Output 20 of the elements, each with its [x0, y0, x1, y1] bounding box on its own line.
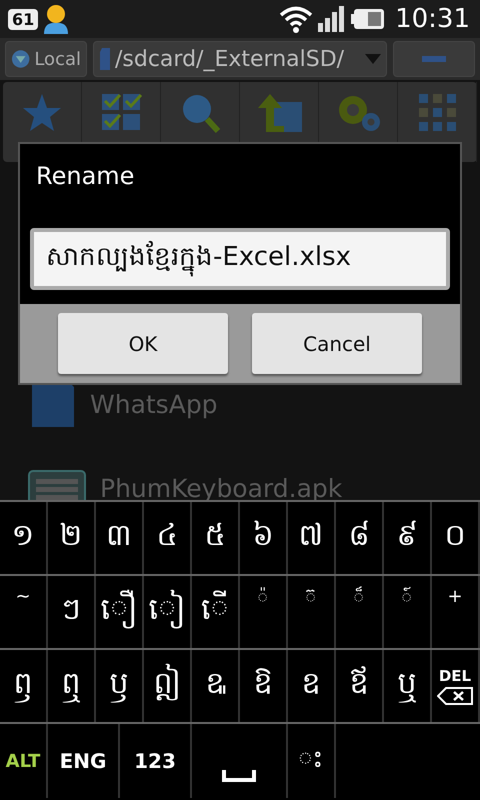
minus-icon [422, 56, 446, 62]
clock-time: 10:31 [395, 4, 470, 34]
space-icon [222, 770, 256, 782]
sd-card-icon [99, 47, 111, 71]
notification-badge: 61 [8, 8, 38, 30]
battery-icon [351, 8, 386, 30]
name-input-field[interactable]: សាកល្បងខ្មែរក្នុង-Excel.xlsx [30, 228, 450, 290]
file-name: PhumKeyboard.apk [100, 474, 342, 502]
person-icon [42, 4, 70, 34]
storage-button[interactable]: Local [5, 41, 87, 77]
caret-icon [365, 54, 381, 64]
wifi-icon [279, 5, 314, 33]
file-name: WhatsApp [90, 390, 218, 418]
collapse-button[interactable] [393, 41, 475, 77]
dropdown-circle-icon [11, 49, 30, 69]
backspace-icon [437, 687, 473, 705]
path-dropdown[interactable]: /sdcard/_ExternalSD/ [93, 41, 387, 77]
dialog-button[interactable]: OK [58, 313, 228, 374]
dialog-button[interactable]: Cancel [252, 313, 422, 374]
dialog-title: Rename [35, 161, 136, 192]
